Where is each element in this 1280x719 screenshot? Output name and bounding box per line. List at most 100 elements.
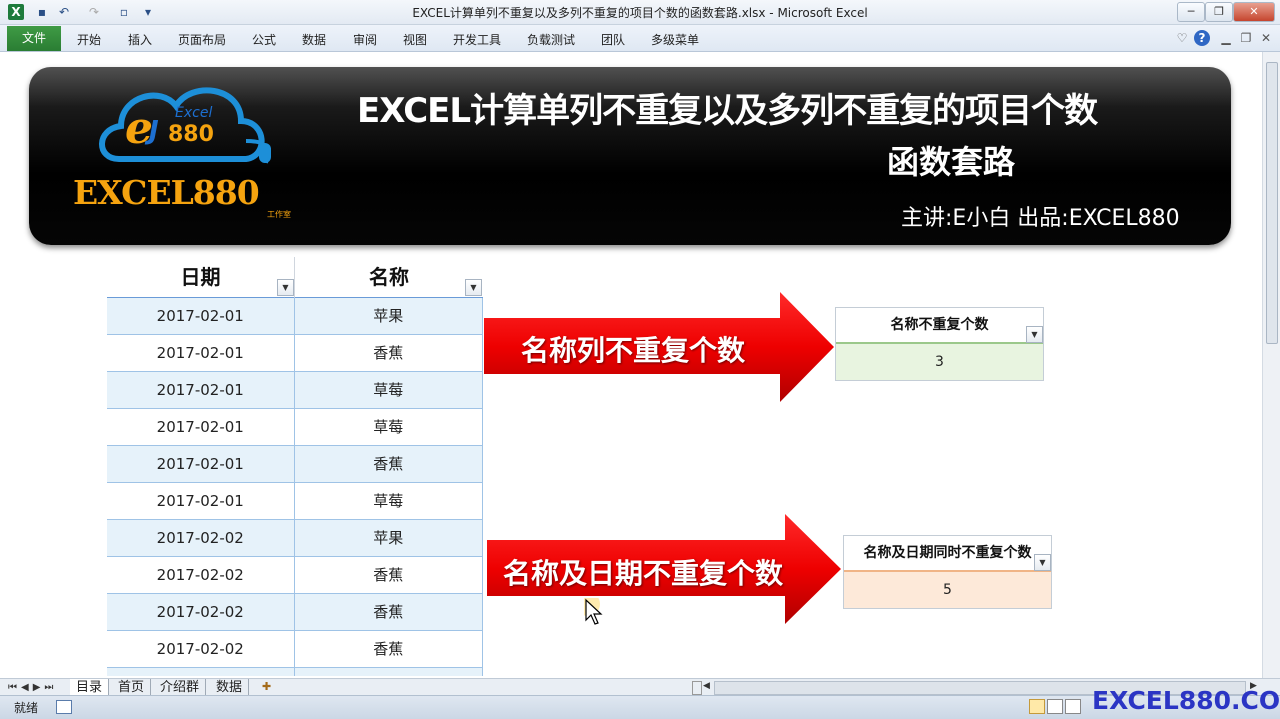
date-cell[interactable]: 2017-02-01 — [107, 409, 294, 445]
date-cell[interactable]: 2017-02-02 — [107, 594, 294, 630]
result-box-unique-name-date[interactable]: 名称及日期同时不重复个数 ▼ 5 — [843, 535, 1052, 609]
date-cell[interactable]: 2017-02-01 — [107, 446, 294, 482]
header-name[interactable]: 名称 ▼ — [294, 257, 483, 299]
macro-record-icon[interactable] — [56, 700, 72, 714]
vertical-scrollbar[interactable] — [1262, 52, 1280, 678]
table-row[interactable]: 2017-02-01 草莓 — [107, 483, 483, 520]
tab-load-test[interactable]: 负载测试 — [527, 31, 575, 48]
banner-title-line1: EXCEL计算单列不重复以及多列不重复的项目个数 — [357, 91, 1098, 131]
filter-dropdown-icon[interactable]: ▼ — [465, 279, 482, 296]
name-cell[interactable]: 苹果 — [293, 298, 483, 334]
normal-view-icon[interactable] — [1029, 699, 1045, 714]
table-row[interactable]: 2017-02-02香蕉 — [107, 557, 483, 594]
vertical-scroll-thumb[interactable] — [1266, 62, 1278, 344]
name-cell[interactable]: 香蕉 — [293, 446, 483, 482]
name-cell[interactable]: 草莓 — [293, 409, 483, 445]
result1-header: 名称不重复个数 — [836, 308, 1043, 344]
restore-button[interactable]: ❐ — [1205, 2, 1233, 22]
watermark: EXCEL880.COM — [1092, 686, 1280, 715]
result-box-unique-name[interactable]: 名称不重复个数 ▼ 3 — [835, 307, 1044, 381]
status-ready: 就绪 — [14, 701, 39, 715]
arrow2-label: 名称及日期不重复个数 — [503, 557, 784, 590]
sheet-tab-toc[interactable]: 目录 — [70, 679, 110, 696]
table-row[interactable]: 2017-02-02香蕉 — [107, 594, 483, 631]
logo-excel-text: Excel — [175, 105, 213, 121]
header-name-label: 名称 — [369, 265, 409, 289]
minimize-button[interactable]: ─ — [1177, 2, 1205, 22]
table-row[interactable]: 2017-02-01 香蕉 — [107, 446, 483, 483]
heart-icon[interactable]: ♡ — [1174, 30, 1190, 46]
logo-880-text: 880 — [168, 122, 214, 147]
tab-review[interactable]: 审阅 — [353, 31, 377, 48]
name-cell[interactable]: 香蕉 — [293, 557, 483, 593]
tab-formulas[interactable]: 公式 — [252, 31, 276, 48]
title-bar: X ▪ ↶ ↷ ▫ ▾ EXCEL计算单列不重复以及多列不重复的项目个数的函数套… — [0, 0, 1280, 25]
name-cell[interactable]: 草莓 — [293, 483, 483, 519]
sheet-tabs-bar: ⏮◀▶⏭ 目录 首页 介绍群 数据 ✚ ◀ ▶ — [0, 678, 1280, 696]
result1-value[interactable]: 3 — [836, 344, 1043, 380]
page-layout-view-icon[interactable] — [1047, 699, 1063, 714]
date-cell[interactable]: 2017-02-01 — [107, 483, 294, 519]
split-handle[interactable] — [692, 681, 702, 695]
filter-dropdown-icon[interactable]: ▼ — [1026, 326, 1043, 343]
sheet-nav-arrows-icon[interactable]: ⏮◀▶⏭ — [8, 679, 57, 696]
result2-value[interactable]: 5 — [844, 572, 1051, 608]
tab-data[interactable]: 数据 — [302, 31, 326, 48]
tab-page-layout[interactable]: 页面布局 — [178, 31, 226, 48]
close-button[interactable]: ✕ — [1233, 2, 1275, 22]
table-row[interactable]: 2017-02-01 香蕉 — [107, 335, 483, 372]
filter-dropdown-icon[interactable]: ▼ — [1034, 554, 1051, 571]
ribbon-restore-icon[interactable]: ❐ — [1238, 30, 1254, 46]
date-cell[interactable]: 2017-02-01 — [107, 335, 294, 371]
tab-file[interactable]: 文件 — [7, 26, 61, 51]
ribbon-minimize-icon[interactable]: ▁ — [1218, 30, 1234, 46]
header-date[interactable]: 日期 ▼ — [107, 257, 294, 299]
date-cell[interactable]: 2017-02-01 — [107, 372, 294, 408]
sheet-tab-home[interactable]: 首页 — [112, 679, 152, 696]
tab-home[interactable]: 开始 — [77, 31, 101, 48]
data-table: 2017-02-01 苹果 2017-02-01 香蕉 2017-02-01 草莓 2… — [107, 298, 483, 676]
logo-brand-text: EXCEL880 — [73, 173, 260, 212]
date-cell[interactable]: 2017-02-01 — [107, 298, 294, 334]
date-cell[interactable]: 2017-02-02 — [107, 557, 294, 593]
banner-credit: 主讲:E小白 出品:EXCEL880 — [901, 206, 1180, 231]
name-cell[interactable]: 香蕉 — [293, 631, 483, 667]
page-break-view-icon[interactable] — [1065, 699, 1081, 714]
date-cell[interactable]: 2017-02-02 — [107, 668, 294, 676]
banner-title-line2: 函数套路 — [887, 143, 1016, 181]
tab-team[interactable]: 团队 — [601, 31, 625, 48]
tab-developer[interactable]: 开发工具 — [453, 31, 501, 48]
insert-sheet-icon[interactable]: ✚ — [262, 680, 271, 693]
date-cell[interactable]: 2017-02-02 — [107, 520, 294, 556]
table-row[interactable]: 2017-02-02 苹果 — [107, 520, 483, 557]
name-cell[interactable]: 香蕉 — [293, 335, 483, 371]
table-row[interactable]: 2017-02-01 草莓 — [107, 409, 483, 446]
ribbon-close-icon[interactable]: ✕ — [1258, 30, 1274, 46]
header-date-label: 日期 — [180, 265, 221, 289]
arrow1-label: 名称列不重复个数 — [521, 334, 746, 367]
logo-sub-text: 工作室 — [267, 210, 291, 219]
tab-view[interactable]: 视图 — [403, 31, 427, 48]
name-cell[interactable]: 草莓 — [293, 372, 483, 408]
ribbon-tabs: 文件 开始 插入 页面布局 公式 数据 审阅 视图 开发工具 负载测试 团队 多… — [0, 25, 1280, 52]
date-cell[interactable]: 2017-02-02 — [107, 631, 294, 667]
status-bar: 就绪 — [0, 695, 1280, 719]
name-cell[interactable]: 香蕉 — [293, 668, 483, 676]
filter-dropdown-icon[interactable]: ▼ — [277, 279, 294, 296]
title-banner: e J Excel 880 EXCEL880 工作室 EXCEL计算单列不重复以… — [29, 67, 1231, 245]
table-row[interactable]: 2017-02-02香蕉 — [107, 631, 483, 668]
mouse-cursor-icon — [584, 598, 603, 625]
tab-insert[interactable]: 插入 — [128, 31, 152, 48]
tab-multilevel-menu[interactable]: 多级菜单 — [651, 31, 699, 48]
help-icon[interactable]: ? — [1194, 30, 1210, 46]
table-row[interactable]: 2017-02-01 苹果 — [107, 298, 483, 335]
name-cell[interactable]: 苹果 — [293, 520, 483, 556]
result2-header: 名称及日期同时不重复个数 — [844, 536, 1051, 572]
table-row[interactable]: 2017-02-02香蕉 — [107, 668, 483, 676]
scroll-left-icon[interactable]: ◀ — [703, 681, 710, 691]
sheet-tab-data[interactable]: 数据 — [210, 679, 250, 696]
table-row[interactable]: 2017-02-01 草莓 — [107, 372, 483, 409]
sheet-tab-intro[interactable]: 介绍群 — [154, 679, 207, 696]
window-title: EXCEL计算单列不重复以及多列不重复的项目个数的函数套路.xlsx - Mic… — [412, 6, 868, 20]
name-cell[interactable]: 香蕉 — [293, 594, 483, 630]
